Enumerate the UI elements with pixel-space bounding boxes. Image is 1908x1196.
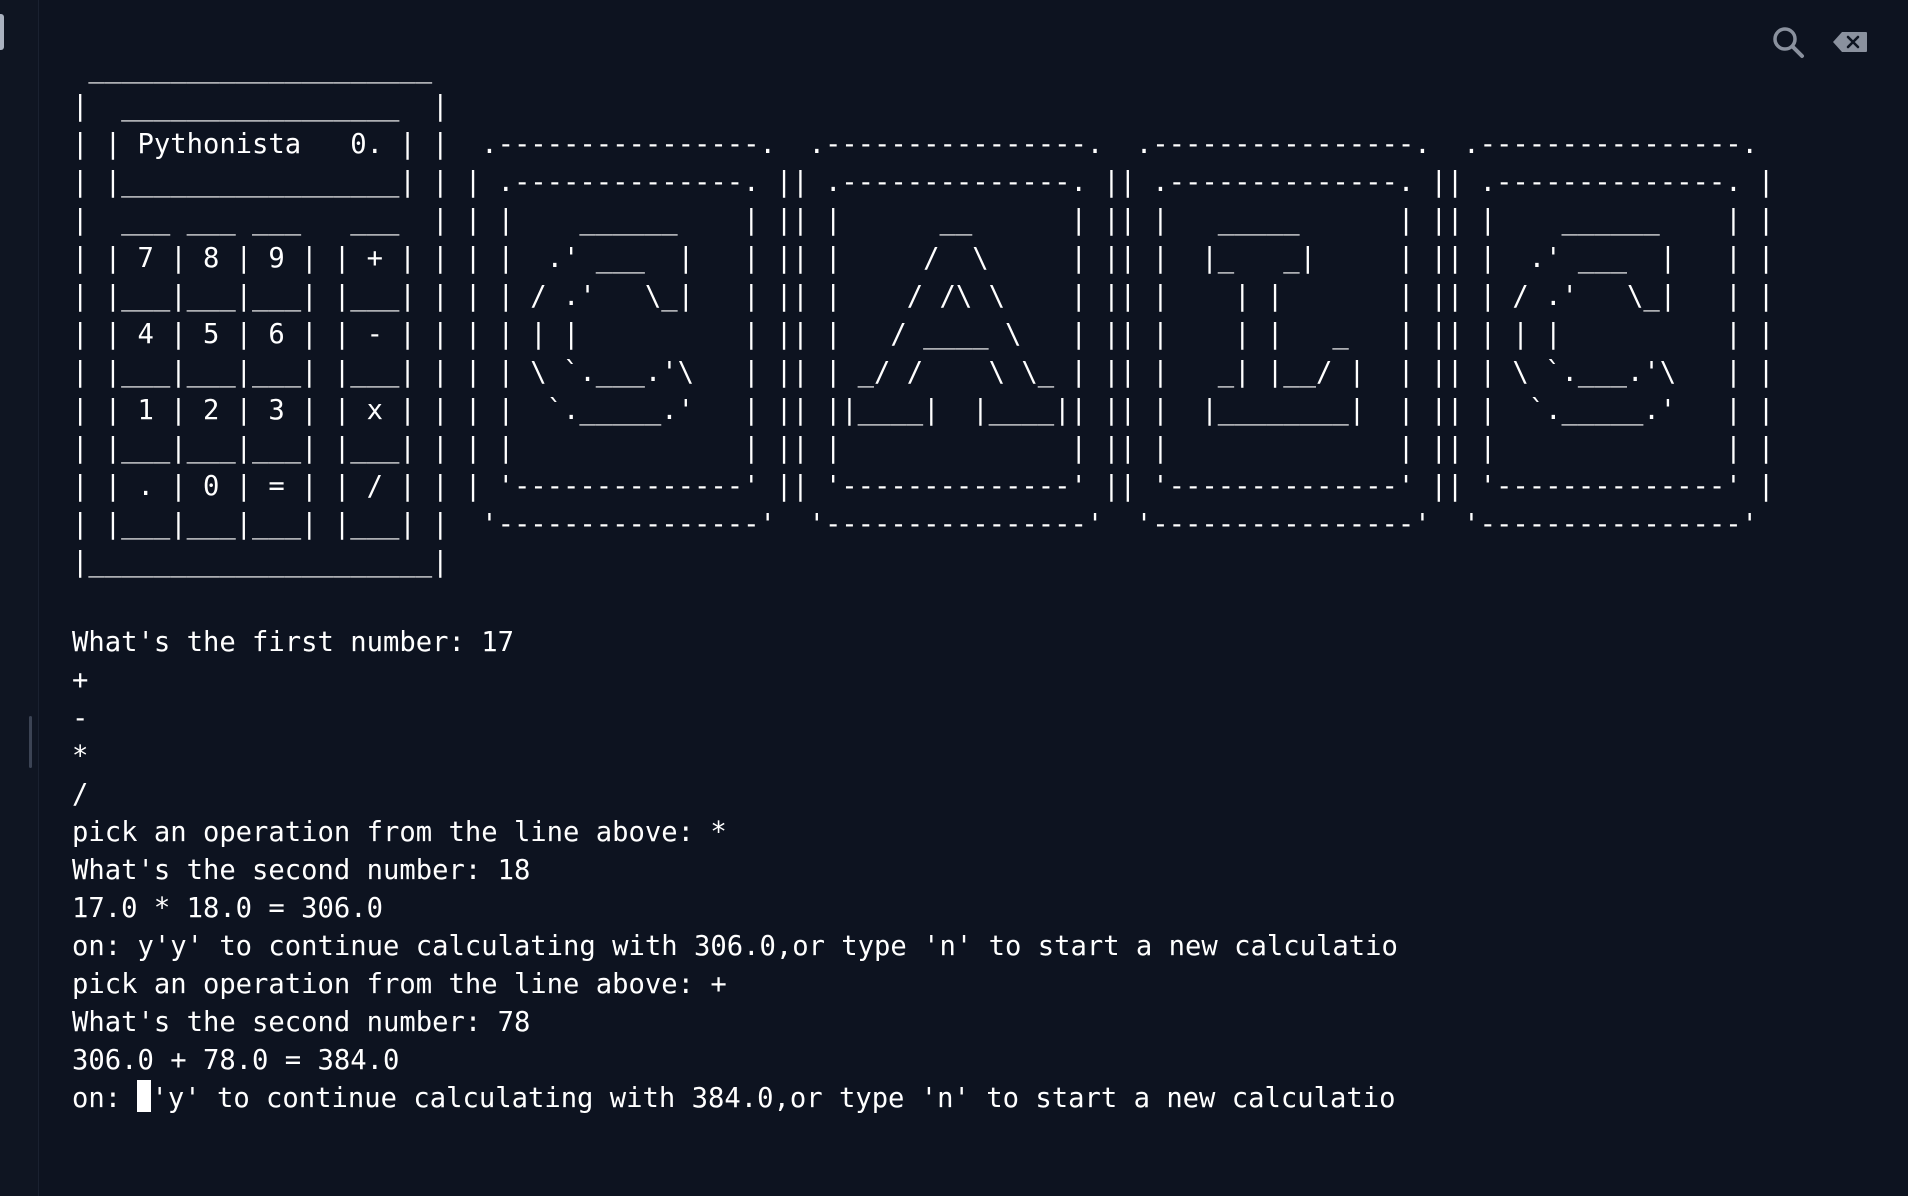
ascii-art-banner: _____________________ | ________________… bbox=[72, 53, 1775, 578]
output-line: pick an operation from the line above: + bbox=[72, 969, 727, 1000]
output-line: on: y'y' to continue calculating with 30… bbox=[72, 931, 1398, 962]
output-line: What's the second number: 18 bbox=[72, 855, 531, 886]
sidebar-toggle-tab[interactable] bbox=[0, 14, 4, 50]
session-output: What's the first number: 17 + - * / pick… bbox=[72, 624, 1862, 1118]
left-gutter bbox=[0, 0, 39, 1196]
prompt-text: 'y' to continue calculating with 384.0,o… bbox=[151, 1083, 1396, 1114]
resize-handle[interactable] bbox=[29, 716, 32, 768]
output-line: * bbox=[72, 741, 89, 772]
input-prompt-line[interactable]: on: 'y' to continue calculating with 384… bbox=[72, 1080, 1862, 1118]
output-line: 17.0 * 18.0 = 306.0 bbox=[72, 893, 383, 924]
text-cursor bbox=[137, 1080, 152, 1112]
output-line: 306.0 + 78.0 = 384.0 bbox=[72, 1045, 400, 1076]
output-line: What's the first number: 17 bbox=[72, 627, 514, 658]
output-line: + bbox=[72, 665, 89, 696]
prompt-prefix: on: bbox=[72, 1083, 138, 1114]
output-line: pick an operation from the line above: * bbox=[72, 817, 727, 848]
output-line: - bbox=[72, 703, 89, 734]
console-output[interactable]: _____________________ | ________________… bbox=[72, 50, 1862, 1130]
output-line: / bbox=[72, 779, 89, 810]
output-line: What's the second number: 78 bbox=[72, 1007, 531, 1038]
